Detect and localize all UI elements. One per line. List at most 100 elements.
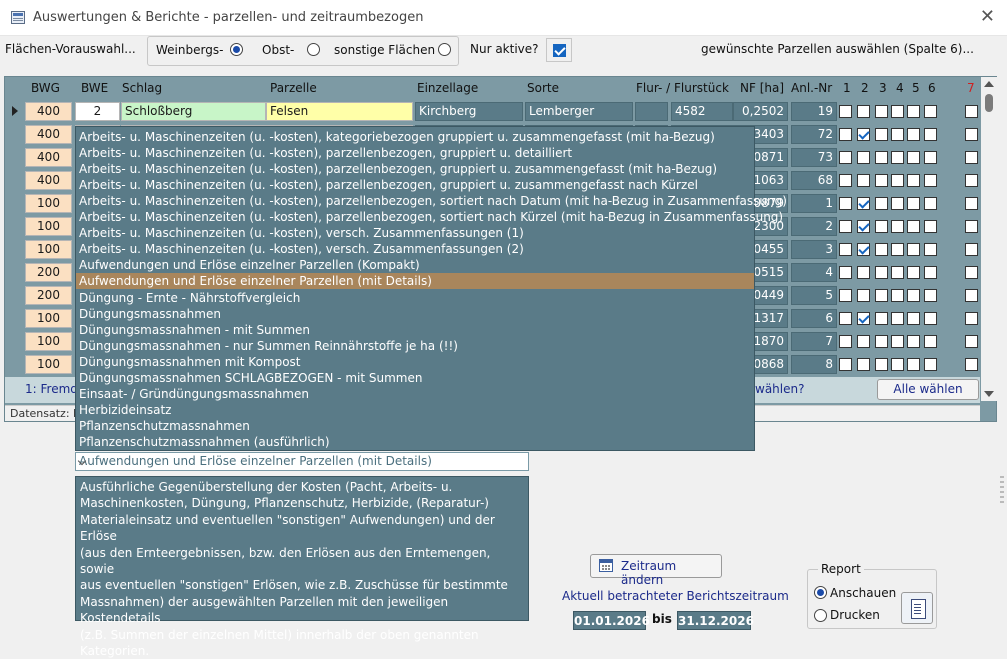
anl-cell[interactable]: 68 [791,171,837,190]
row-checkbox-2[interactable] [857,266,870,279]
row-checkbox-2[interactable] [857,174,870,187]
report-type-option[interactable]: Düngungsmassnahmen SCHLAGBEZOGEN - mit S… [76,370,754,386]
report-type-option[interactable]: Arbeits- u. Maschinenzeiten (u. -kosten)… [76,145,754,161]
anl-cell[interactable]: 7 [791,332,837,351]
row-checkbox-2[interactable] [857,358,870,371]
report-type-list[interactable]: Arbeits- u. Maschinenzeiten (u. -kosten)… [75,126,787,451]
anl-cell[interactable]: 19 [791,102,837,121]
row-checkbox-5[interactable] [907,174,920,187]
row-checkbox-6[interactable] [924,289,937,302]
report-type-option[interactable]: Pflanzenschutzmassnahmen (ausführlich) [76,434,754,450]
bwg-cell[interactable]: 400 [25,148,72,167]
column-header[interactable]: BWG [31,81,60,95]
bwg-cell[interactable]: 400 [25,102,72,121]
anl-cell[interactable]: 4 [791,263,837,282]
row-checkbox-3[interactable] [875,289,888,302]
row-checkbox-2[interactable] [857,197,870,210]
column-header[interactable]: 4 [896,81,904,95]
row-checkbox-6[interactable] [924,335,937,348]
row-checkbox-6[interactable] [924,197,937,210]
parzelle-cell[interactable]: Felsen [266,102,413,121]
row-checkbox-5[interactable] [907,151,920,164]
flurstueck-cell[interactable]: 4582 [671,102,733,121]
anl-cell[interactable]: 5 [791,286,837,305]
row-checkbox-3[interactable] [875,128,888,141]
column-header[interactable]: 7 [967,81,975,95]
anl-cell[interactable]: 72 [791,125,837,144]
row-checkbox-1[interactable] [839,197,852,210]
row-checkbox-7[interactable] [965,151,978,164]
row-checkbox-2[interactable] [857,105,870,118]
column-header[interactable]: NF [ha] [740,81,784,95]
row-checkbox-2[interactable] [857,220,870,233]
einzellage-cell[interactable]: Kirchberg [415,102,523,121]
row-checkbox-7[interactable] [965,358,978,371]
row-checkbox-4[interactable] [891,289,904,302]
report-type-option[interactable]: Pflanzenschutzmassnahmen [76,418,754,434]
anl-cell[interactable]: 6 [791,309,837,328]
row-checkbox-4[interactable] [891,358,904,371]
row-checkbox-5[interactable] [907,266,920,279]
column-header[interactable]: Sorte [527,81,559,95]
sorte-cell[interactable]: Lemberger [525,102,633,121]
row-checkbox-1[interactable] [839,312,852,325]
row-checkbox-6[interactable] [924,358,937,371]
row-checkbox-7[interactable] [965,174,978,187]
document-icon[interactable] [901,592,933,624]
column-header[interactable]: 1 [843,81,851,95]
row-checkbox-4[interactable] [891,266,904,279]
report-type-option[interactable]: Düngungsmassnahmen mit Kompost [76,354,754,370]
resize-grip[interactable] [997,476,1007,506]
bwe-cell[interactable]: 2 [75,102,120,121]
row-checkbox-2[interactable] [857,335,870,348]
row-checkbox-3[interactable] [875,105,888,118]
row-checkbox-5[interactable] [907,243,920,256]
report-type-option[interactable]: Düngungsmassnahmen - mit Summen [76,322,754,338]
column-header[interactable]: Flur- / Flurstück [636,81,729,95]
row-checkbox-1[interactable] [839,243,852,256]
row-checkbox-1[interactable] [839,289,852,302]
row-checkbox-2[interactable] [857,289,870,302]
column-header[interactable]: Schlag [122,81,162,95]
column-header[interactable]: Einzellage [417,81,478,95]
row-checkbox-3[interactable] [875,335,888,348]
row-checkbox-3[interactable] [875,312,888,325]
row-checkbox-2[interactable] [857,243,870,256]
bwg-cell[interactable]: 100 [25,332,72,351]
report-type-option[interactable]: Aufwendungen und Erlöse einzelner Parzel… [76,273,754,290]
anl-cell[interactable]: 1 [791,194,837,213]
row-checkbox-7[interactable] [965,220,978,233]
row-checkbox-3[interactable] [875,266,888,279]
row-checkbox-1[interactable] [839,174,852,187]
column-header[interactable]: 6 [928,81,936,95]
row-checkbox-6[interactable] [924,220,937,233]
row-checkbox-3[interactable] [875,174,888,187]
row-checkbox-7[interactable] [965,128,978,141]
report-type-option[interactable]: Arbeits- u. Maschinenzeiten (u. -kosten)… [76,161,754,177]
report-type-option[interactable]: Einsaat- / Gründüngungsmassnahmen [76,386,754,402]
column-header[interactable]: 5 [912,81,920,95]
row-checkbox-5[interactable] [907,220,920,233]
row-checkbox-3[interactable] [875,220,888,233]
row-checkbox-1[interactable] [839,151,852,164]
row-checkbox-2[interactable] [857,151,870,164]
row-checkbox-1[interactable] [839,128,852,141]
column-header[interactable]: 2 [861,81,869,95]
row-checkbox-5[interactable] [907,312,920,325]
area-type-other-radio[interactable] [438,43,451,56]
report-print-radio[interactable] [814,609,827,622]
row-checkbox-1[interactable] [839,358,852,371]
column-header[interactable]: 3 [879,81,887,95]
column-header[interactable]: Anl.-Nr [791,81,832,95]
close-icon[interactable]: ✕ [980,6,995,27]
row-checkbox-5[interactable] [907,128,920,141]
row-checkbox-6[interactable] [924,266,937,279]
row-checkbox-6[interactable] [924,312,937,325]
column-header[interactable]: Parzelle [270,81,317,95]
row-checkbox-6[interactable] [924,243,937,256]
row-checkbox-7[interactable] [965,335,978,348]
bwg-cell[interactable]: 100 [25,309,72,328]
row-checkbox-5[interactable] [907,197,920,210]
active-only-checkbox[interactable] [553,44,566,57]
row-checkbox-2[interactable] [857,312,870,325]
